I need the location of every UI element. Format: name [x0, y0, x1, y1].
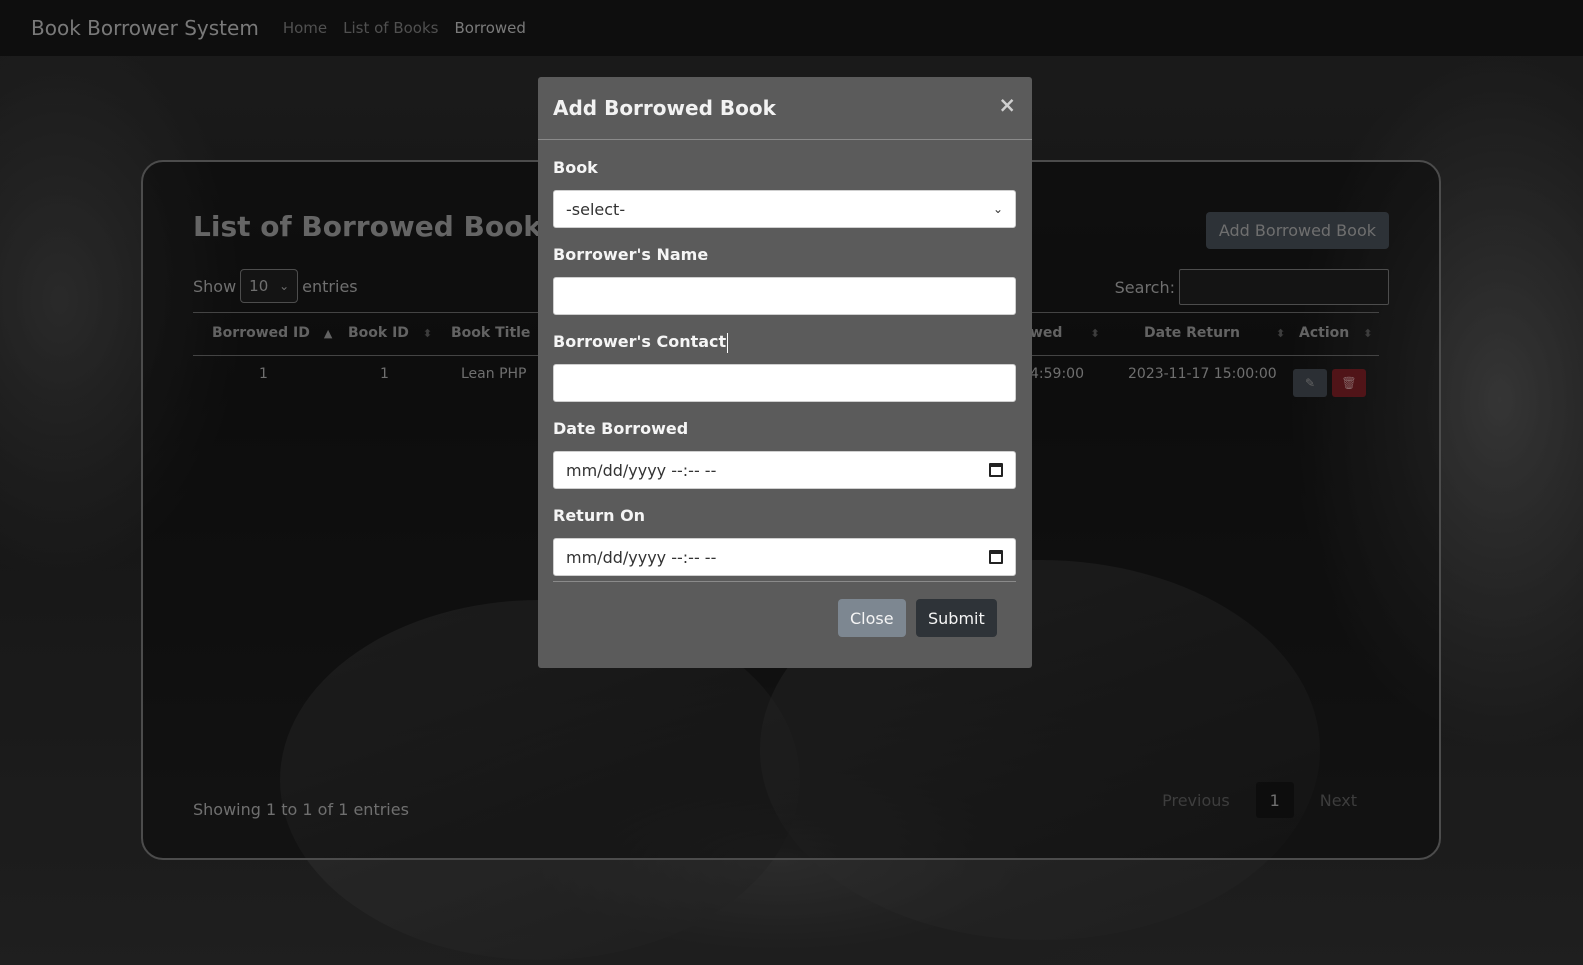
calendar-icon[interactable] [989, 550, 1003, 564]
close-icon[interactable]: × [998, 93, 1016, 117]
submit-button[interactable]: Submit [916, 599, 997, 637]
borrower-contact-input[interactable] [553, 364, 1016, 402]
borrower-name-input[interactable] [553, 277, 1016, 315]
return-on-input[interactable]: mm/dd/yyyy --:-- -- [553, 538, 1016, 576]
modal-body: Book -select- ⌄ Borrower's Name Borrower… [553, 141, 1016, 576]
chevron-down-icon: ⌄ [992, 202, 1003, 216]
close-button[interactable]: Close [838, 599, 906, 637]
add-borrowed-book-modal: Add Borrowed Book × Book -select- ⌄ Borr… [538, 77, 1032, 668]
return-on-label: Return On [553, 506, 646, 525]
page: Book Borrower System Home List of Books … [0, 0, 1583, 965]
borrower-contact-label-text: Borrower's Contact [553, 332, 727, 351]
book-label: Book [553, 158, 598, 177]
modal-footer: Close Submit [553, 581, 1016, 668]
date-borrowed-placeholder: mm/dd/yyyy --:-- -- [566, 460, 717, 480]
calendar-icon[interactable] [989, 463, 1003, 477]
return-on-placeholder: mm/dd/yyyy --:-- -- [566, 547, 717, 567]
book-select[interactable]: -select- ⌄ [553, 190, 1016, 228]
date-borrowed-input[interactable]: mm/dd/yyyy --:-- -- [553, 451, 1016, 489]
modal-title: Add Borrowed Book [553, 96, 776, 120]
borrower-contact-label: Borrower's Contact [553, 332, 1016, 353]
modal-header: Add Borrowed Book × [538, 77, 1032, 140]
borrower-name-label: Borrower's Name [553, 245, 709, 264]
date-borrowed-label: Date Borrowed [553, 419, 689, 438]
text-cursor [727, 332, 729, 353]
book-select-value: -select- [566, 199, 626, 219]
